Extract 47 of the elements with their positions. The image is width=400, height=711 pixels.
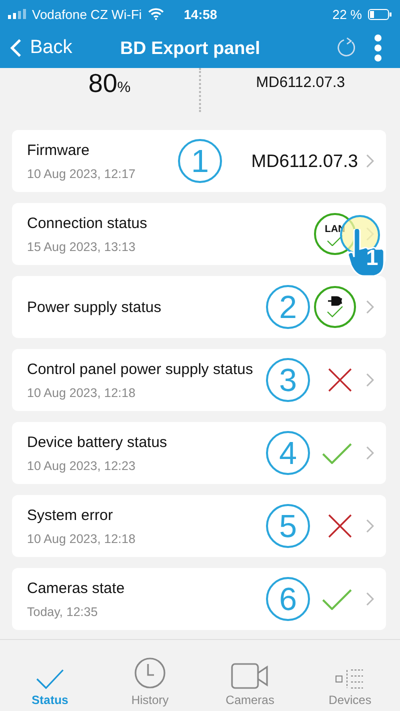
carrier-name: Vodafone CZ Wi-Fi [32,6,142,22]
status-row[interactable]: System error 10 Aug 2023, 12:18 5 [12,495,386,557]
chevron-icon [366,373,374,387]
signal-icon [8,9,26,19]
clock-time: 14:58 [184,6,218,22]
row-date: 10 Aug 2023, 12:23 [27,458,136,472]
callout-number: 2 [266,285,310,329]
chevron-icon [366,519,374,533]
callout-number: 3 [266,358,310,402]
check-icon [36,669,64,689]
battery-percent: 22 % [332,6,362,22]
row-title: Firmware [27,142,90,158]
row-date: 10 Aug 2023, 12:17 [27,166,136,180]
device-list-icon [335,669,365,689]
status-row[interactable]: Device battery status 10 Aug 2023, 12:23 4 [12,422,386,484]
signal-percent: 80% [88,68,131,99]
back-button[interactable]: Back [10,37,72,59]
status-row[interactable]: Cameras state Today, 12:35 6 [12,568,386,630]
row-date: Today, 12:35 [27,604,98,618]
callout-number: 4 [266,431,310,475]
status-row[interactable]: Control panel power supply status 10 Aug 2023, 12:18 3 [12,349,386,411]
row-title: Connection status [27,214,148,232]
row-title: Device battery status [27,434,168,450]
back-chevron-icon [10,38,22,58]
video-camera-icon [231,663,269,689]
status-row[interactable]: Power supply status 2 [12,276,386,338]
status-row[interactable]: Firmware 10 Aug 2023, 12:17 1 MD6112.07.3 [12,130,386,192]
callout-number: 1 [178,139,222,183]
chevron-icon [366,592,374,606]
firmware-version: MD6112.07.3 [256,74,345,91]
chevron-icon [366,300,374,314]
battery-icon [368,8,392,20]
row-date: 10 Aug 2023, 12:18 [27,532,136,546]
chevron-icon [366,154,374,168]
row-title: Power supply status [27,298,162,316]
row-date: 10 Aug 2023, 12:18 [27,386,136,400]
row-title: Control panel power supply status [27,360,253,378]
plug-icon [328,296,342,306]
wifi-icon [148,8,164,20]
row-date: 15 Aug 2023, 13:13 [27,240,136,254]
callout-number: 5 [266,504,310,548]
row-title: Cameras state [27,580,125,596]
chevron-icon [366,446,374,460]
clock-icon [134,657,166,689]
callout-number: 6 [266,577,310,621]
firmware-version: MD6112.07.3 [251,150,358,172]
row-title: System error [27,506,113,524]
